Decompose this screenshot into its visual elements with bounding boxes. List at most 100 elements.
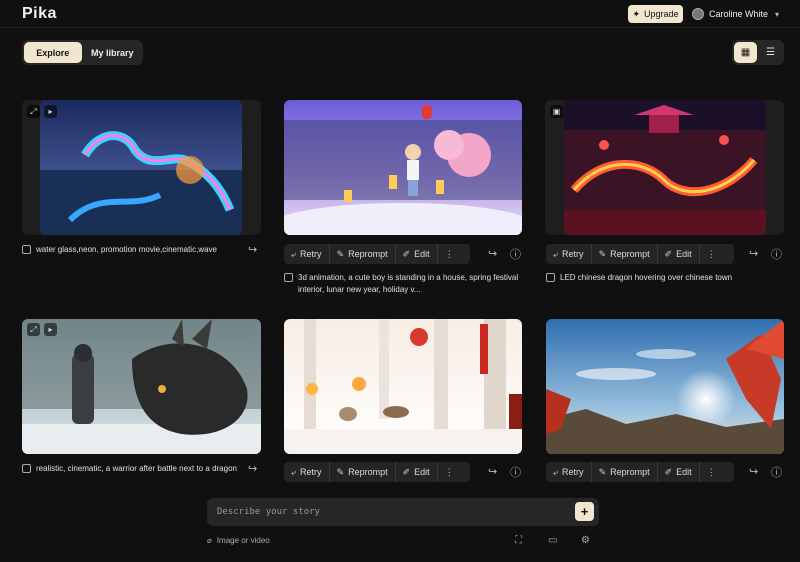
- more-button[interactable]: ⋮: [700, 462, 723, 482]
- reprompt-button[interactable]: ✎ Reprompt: [592, 244, 658, 264]
- card-thumbnail[interactable]: [564, 100, 766, 235]
- paperclip-icon: ⌀: [207, 536, 212, 545]
- edit-label: Edit: [414, 249, 430, 259]
- user-menu[interactable]: Caroline White ▾: [692, 6, 779, 22]
- card-caption: realistic, cinematic, a warrior after ba…: [22, 463, 237, 475]
- reprompt-button[interactable]: ✎ Reprompt: [592, 462, 658, 482]
- expand-icon[interactable]: ⤢: [27, 105, 40, 118]
- reprompt-label: Reprompt: [348, 467, 388, 477]
- card-thumbnail[interactable]: [40, 100, 242, 235]
- share-icon[interactable]: ↪: [488, 247, 497, 260]
- edit-button[interactable]: ✐ Edit: [396, 244, 438, 264]
- share-icon[interactable]: ↪: [749, 465, 758, 478]
- edit-label: Edit: [676, 467, 692, 477]
- edit-icon: ✐: [402, 248, 411, 259]
- aspect-ratio-icon[interactable]: ⛶: [515, 535, 522, 546]
- copy-icon[interactable]: [22, 464, 31, 473]
- generate-button[interactable]: +: [575, 502, 594, 521]
- more-button[interactable]: ⋮: [438, 244, 461, 264]
- more-button[interactable]: ⋮: [700, 244, 723, 264]
- card-thumbnail[interactable]: [22, 319, 261, 454]
- reprompt-label: Reprompt: [610, 467, 650, 477]
- attach-label: Image or video: [216, 536, 270, 545]
- expand-icon[interactable]: ⤢: [27, 323, 40, 336]
- retry-label: Retry: [562, 467, 584, 477]
- story-composer: +: [207, 498, 599, 526]
- share-icon[interactable]: ↪: [248, 243, 257, 256]
- reprompt-label: Reprompt: [348, 249, 388, 259]
- attach-media-button[interactable]: ⌀ Image or video: [207, 536, 270, 545]
- info-icon[interactable]: ⓘ: [510, 246, 521, 262]
- edit-label: Edit: [676, 249, 692, 259]
- retry-icon: ⤶: [291, 466, 297, 477]
- more-button[interactable]: ⋮: [438, 462, 461, 482]
- retry-button[interactable]: ⤶ Retry: [284, 462, 330, 482]
- card-caption: water glass,neon, promotion movie,cinema…: [22, 244, 237, 256]
- avatar: [692, 8, 704, 20]
- chevron-down-icon: ▾: [775, 9, 780, 19]
- edit-button[interactable]: ✐ Edit: [658, 244, 700, 264]
- retry-button[interactable]: ⤶ Retry: [546, 244, 592, 264]
- upgrade-button[interactable]: ✦ Upgrade: [628, 5, 683, 23]
- card-actions: ⤶ Retry ✎ Reprompt ✐ Edit ⋮: [284, 462, 470, 482]
- camera-icon[interactable]: ▭: [548, 535, 557, 546]
- settings-sliders-icon[interactable]: ⚙: [581, 535, 590, 546]
- retry-icon: ⤶: [553, 248, 559, 259]
- card-actions: ⤶ Retry ✎ Reprompt ✐ Edit ⋮: [546, 244, 734, 264]
- edit-button[interactable]: ✐ Edit: [658, 462, 700, 482]
- caption-text: 3d animation, a cute boy is standing in …: [298, 273, 519, 294]
- caption-text: LED chinese dragon hovering over chinese…: [560, 273, 733, 282]
- story-input[interactable]: [217, 504, 567, 520]
- list-view-icon[interactable]: ☰: [759, 42, 782, 63]
- plus-icon: +: [580, 504, 589, 519]
- library-tabs: Explore My library: [22, 40, 143, 65]
- card-actions: ⤶ Retry ✎ Reprompt ✐ Edit ⋮: [284, 244, 470, 264]
- reprompt-icon: ✎: [336, 466, 345, 477]
- tab-explore[interactable]: Explore: [24, 42, 82, 63]
- share-icon[interactable]: ↪: [749, 247, 758, 260]
- grid-view-icon[interactable]: ▦: [734, 42, 757, 63]
- reprompt-button[interactable]: ✎ Reprompt: [330, 462, 396, 482]
- retry-button[interactable]: ⤶ Retry: [546, 462, 592, 482]
- share-icon[interactable]: ↪: [248, 462, 257, 475]
- info-icon[interactable]: ⓘ: [771, 246, 782, 262]
- card-caption: LED chinese dragon hovering over chinese…: [546, 272, 784, 284]
- info-icon[interactable]: ⓘ: [510, 464, 521, 480]
- edit-button[interactable]: ✐ Edit: [396, 462, 438, 482]
- card-thumbnail[interactable]: [546, 319, 784, 454]
- edit-icon: ✐: [664, 248, 673, 259]
- share-icon[interactable]: ↪: [488, 465, 497, 478]
- caption-text: realistic, cinematic, a warrior after ba…: [36, 464, 237, 473]
- card-thumbnail[interactable]: [284, 100, 522, 235]
- video-icon: ▸: [44, 323, 57, 336]
- retry-button[interactable]: ⤶ Retry: [284, 244, 330, 264]
- more-icon: ⋮: [444, 248, 454, 259]
- app-logo[interactable]: Pika: [22, 5, 57, 23]
- copy-icon[interactable]: [284, 273, 293, 282]
- tab-my-library[interactable]: My library: [84, 42, 142, 63]
- more-icon: ⋮: [706, 466, 716, 477]
- reprompt-label: Reprompt: [610, 249, 650, 259]
- retry-label: Retry: [562, 249, 584, 259]
- caption-text: water glass,neon, promotion movie,cinema…: [36, 245, 217, 254]
- upgrade-label: Upgrade: [644, 9, 679, 19]
- more-icon: ⋮: [444, 466, 454, 477]
- reprompt-button[interactable]: ✎ Reprompt: [330, 244, 396, 264]
- retry-icon: ⤶: [553, 466, 559, 477]
- copy-icon[interactable]: [546, 273, 555, 282]
- video-icon: ▸: [44, 105, 57, 118]
- copy-icon[interactable]: [22, 245, 31, 254]
- reprompt-icon: ✎: [598, 466, 607, 477]
- card-caption: 3d animation, a cute boy is standing in …: [284, 272, 522, 296]
- edit-icon: ✐: [664, 466, 673, 477]
- image-icon: ▣: [550, 105, 563, 118]
- info-icon[interactable]: ⓘ: [771, 464, 782, 480]
- reprompt-icon: ✎: [598, 248, 607, 259]
- user-name: Caroline White: [709, 9, 769, 19]
- card-actions: ⤶ Retry ✎ Reprompt ✐ Edit ⋮: [546, 462, 734, 482]
- card-thumbnail[interactable]: [284, 319, 522, 454]
- reprompt-icon: ✎: [336, 248, 345, 259]
- retry-label: Retry: [300, 249, 322, 259]
- more-icon: ⋮: [706, 248, 716, 259]
- top-bar: Pika ✦ Upgrade Caroline White ▾: [0, 0, 800, 28]
